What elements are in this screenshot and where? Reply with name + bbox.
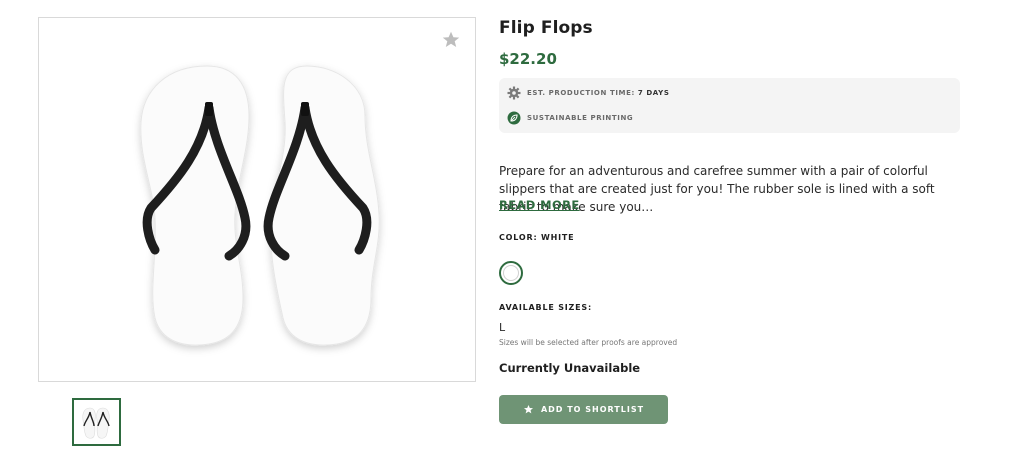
shortlist-button-label: ADD TO SHORTLIST (540, 405, 645, 414)
product-price: $22.20 (499, 50, 557, 68)
size-value: L (499, 321, 506, 334)
swatch-fill (503, 265, 519, 281)
color-swatch-white[interactable] (499, 261, 523, 285)
star-icon (523, 404, 533, 414)
thumbnail-flip-flops[interactable] (72, 398, 121, 446)
sizes-note: Sizes will be selected after proofs are … (499, 338, 678, 347)
sizes-label: AVAILABLE SIZES: (499, 303, 592, 312)
sustainable-printing-label: SUSTAINABLE PRINTING (527, 114, 634, 122)
color-label: COLOR: WHITE (499, 233, 575, 242)
gear-icon (507, 86, 521, 100)
add-to-shortlist-button[interactable]: ADD TO SHORTLIST (499, 395, 668, 424)
product-title: Flip Flops (499, 18, 593, 38)
favorite-star-icon[interactable] (441, 30, 461, 50)
production-time-value: 7 DAYS (637, 89, 670, 97)
sustainable-printing-row: SUSTAINABLE PRINTING (507, 110, 633, 126)
production-time-row: EST. PRODUCTION TIME: 7 DAYS (507, 85, 669, 101)
thumbnail-image (82, 407, 110, 439)
product-page: Flip Flops $22.20 EST. PRODUCTION TIME: … (0, 0, 1024, 454)
production-time-label: EST. PRODUCTION TIME: (527, 89, 635, 97)
product-image-frame (38, 17, 476, 382)
product-image[interactable] (39, 18, 475, 381)
read-more-link[interactable]: READ MORE (499, 198, 580, 212)
availability-status: Currently Unavailable (499, 361, 641, 375)
production-info-box: EST. PRODUCTION TIME: 7 DAYS SUSTAINABLE… (499, 78, 960, 133)
leaf-icon (507, 111, 521, 125)
